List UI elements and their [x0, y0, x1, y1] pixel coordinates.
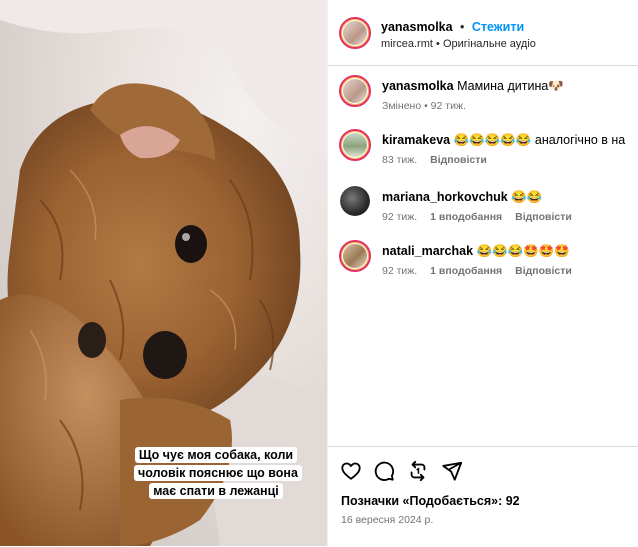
comment-username[interactable]: natali_marchak — [382, 244, 473, 258]
post-media[interactable]: Що чує моя собака, коли чоловік пояснює … — [0, 0, 327, 546]
reply-button[interactable]: Відповісти — [515, 211, 572, 223]
author-username[interactable]: yanasmolka — [381, 20, 453, 34]
comment-meta: Змінено • 92 тиж. — [382, 100, 466, 112]
comment-text: 😂😂😂🤩🤩🤩 — [476, 244, 570, 258]
audio-user-link[interactable]: mircea.rmt — [381, 38, 433, 50]
post-date: 16 вересня 2024 р. — [341, 514, 434, 526]
audio-separator: • — [436, 38, 440, 50]
comment-text: Мамина дитина🐶 — [457, 79, 564, 93]
comment-likes[interactable]: 1 вподобання — [430, 265, 502, 277]
heart-icon[interactable] — [340, 460, 362, 482]
media-caption: Що чує моя собака, коли чоловік пояснює … — [134, 446, 302, 500]
comment-likes[interactable]: 1 вподобання — [430, 211, 502, 223]
reply-button[interactable]: Відповісти — [430, 154, 487, 166]
follow-button[interactable]: Стежити — [472, 20, 524, 34]
commenter-avatar[interactable] — [339, 75, 371, 107]
likes-count[interactable]: Позначки «Подобається»: 92 — [341, 494, 520, 508]
audio-link[interactable]: Оригінальне аудіо — [443, 38, 536, 50]
comment-time: 92 тиж. — [382, 211, 418, 223]
post-sidebar: yanasmolka • Стежити mircea.rmt • Оригін… — [327, 0, 638, 546]
commenter-avatar[interactable] — [339, 240, 371, 272]
share-icon[interactable] — [441, 460, 463, 482]
author-avatar[interactable] — [339, 17, 371, 49]
comment-username[interactable]: kiramakeva — [382, 133, 450, 147]
post-header: yanasmolka • Стежити mircea.rmt • Оригін… — [328, 0, 638, 66]
comment-time: 92 тиж. — [382, 265, 418, 277]
comment-text: 😂😂 — [511, 190, 543, 204]
commenter-avatar[interactable] — [339, 129, 371, 161]
commenter-avatar[interactable] — [340, 186, 370, 216]
separator-dot: • — [460, 20, 465, 34]
reply-button[interactable]: Відповісти — [515, 265, 572, 277]
comment-icon[interactable] — [373, 460, 395, 482]
repost-icon[interactable] — [407, 460, 429, 482]
comment-username[interactable]: yanasmolka — [382, 79, 454, 93]
comment-time: 83 тиж. — [382, 154, 418, 166]
comment-username[interactable]: mariana_horkovchuk — [382, 190, 508, 204]
comment-text: 😂😂😂😂😂 аналогічно в на — [453, 133, 626, 147]
